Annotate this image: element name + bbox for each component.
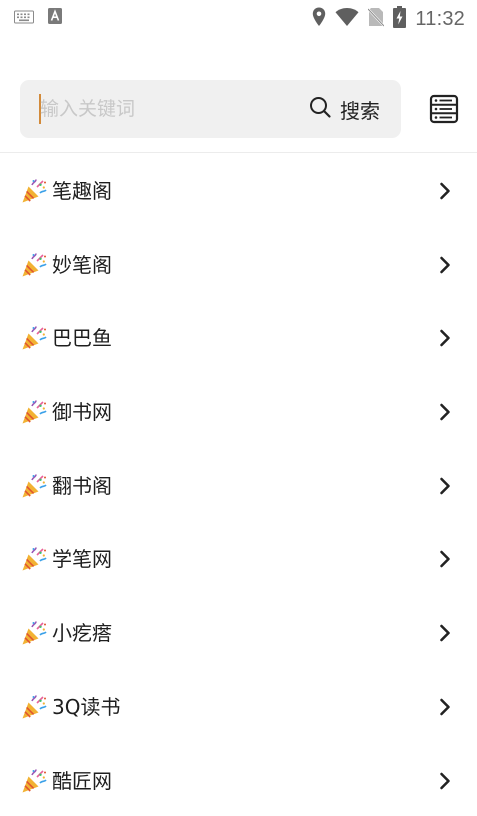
source-item[interactable]: 酷匠网 <box>0 743 477 816</box>
list-menu-button[interactable] <box>428 93 460 125</box>
source-item-label: 酷匠网 <box>52 767 112 795</box>
party-popper-icon <box>21 768 47 794</box>
chevron-right-icon <box>437 255 453 275</box>
source-item-label: 3Q读书 <box>52 693 120 721</box>
search-icon <box>308 95 332 123</box>
chevron-right-icon <box>437 328 453 348</box>
search-input[interactable] <box>40 94 290 124</box>
party-popper-icon <box>21 473 47 499</box>
source-item[interactable]: 小疙瘩 <box>0 595 477 669</box>
source-item-label: 小疙瘩 <box>52 619 112 647</box>
chevron-right-icon <box>437 771 453 791</box>
search-button-label: 搜索 <box>340 95 380 124</box>
source-item-label: 学笔网 <box>52 545 112 573</box>
search-row: 搜索 <box>0 80 477 138</box>
party-popper-icon <box>21 399 47 425</box>
party-popper-icon <box>21 252 47 278</box>
location-icon <box>312 7 326 31</box>
chevron-right-icon <box>437 476 453 496</box>
wifi-icon <box>335 7 359 31</box>
source-item[interactable]: 巴巴鱼 <box>0 300 477 374</box>
chevron-right-icon <box>437 623 453 643</box>
status-bar: 11:32 <box>0 0 477 36</box>
chevron-right-icon <box>437 181 453 201</box>
status-time: 11:32 <box>415 8 465 31</box>
status-left-icons <box>14 8 62 24</box>
source-item[interactable]: 翻书阁 <box>0 448 477 522</box>
party-popper-icon <box>21 694 47 720</box>
source-item-label: 笔趣阁 <box>52 177 112 205</box>
chevron-right-icon <box>437 549 453 569</box>
search-box: 搜索 <box>20 80 401 138</box>
source-item-label: 翻书阁 <box>52 472 112 500</box>
source-item-label: 御书网 <box>52 398 112 426</box>
keyboard-icon <box>14 9 34 23</box>
source-item-label: 妙笔阁 <box>52 251 112 279</box>
source-item[interactable]: 学笔网 <box>0 521 477 595</box>
source-item-label: 巴巴鱼 <box>52 324 112 352</box>
source-item[interactable]: 笔趣阁 <box>0 153 477 227</box>
no-sim-icon <box>368 7 384 31</box>
party-popper-icon <box>21 325 47 351</box>
list-menu-icon <box>428 110 460 129</box>
status-right-icons: 11:32 <box>312 6 465 32</box>
battery-charging-icon <box>393 6 406 32</box>
chevron-right-icon <box>437 402 453 422</box>
party-popper-icon <box>21 178 47 204</box>
chevron-right-icon <box>437 697 453 717</box>
party-popper-icon <box>21 546 47 572</box>
source-item[interactable]: 妙笔阁 <box>0 227 477 301</box>
source-list: 笔趣阁 妙笔阁 巴巴鱼 御书网 翻书阁 学笔网 小疙瘩 3Q读书 酷匠网 <box>0 153 477 816</box>
party-popper-icon <box>21 620 47 646</box>
source-item[interactable]: 御书网 <box>0 374 477 448</box>
search-button[interactable]: 搜索 <box>308 90 380 128</box>
a-notification-icon <box>48 8 62 24</box>
source-item[interactable]: 3Q读书 <box>0 669 477 743</box>
